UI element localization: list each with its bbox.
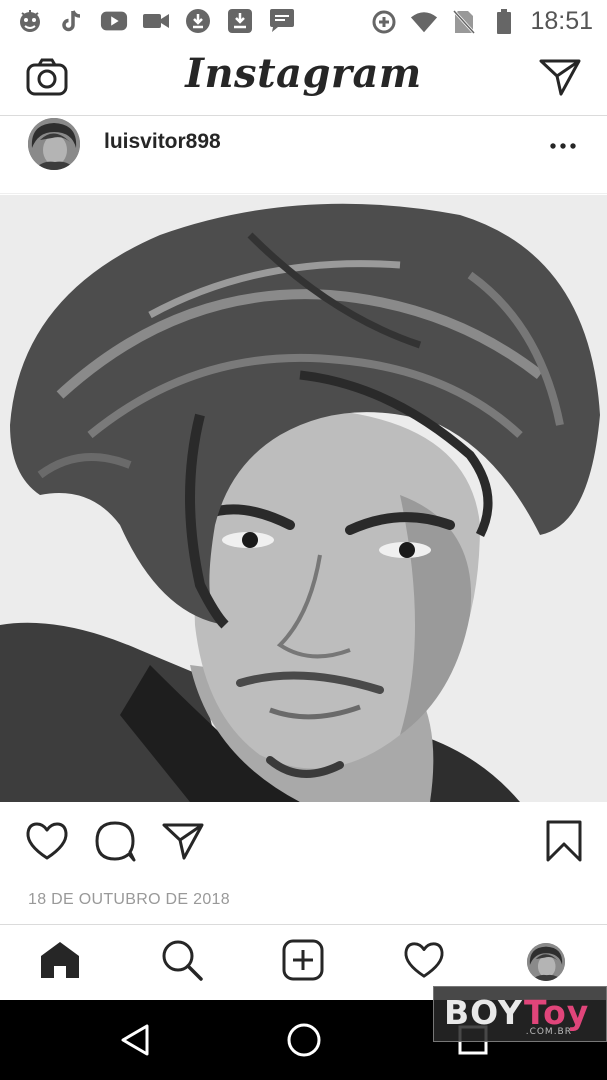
youtube-icon xyxy=(100,7,128,35)
app-header: Instagram xyxy=(0,42,607,116)
more-dots-icon xyxy=(550,136,576,154)
more-options-button[interactable] xyxy=(543,130,583,160)
nav-new-post[interactable] xyxy=(280,939,326,985)
direct-messages-button[interactable] xyxy=(537,56,583,102)
watermark-domain: .COM.BR xyxy=(525,1027,572,1037)
emoji-app-icon xyxy=(16,7,44,35)
save-button[interactable] xyxy=(541,820,587,866)
battery-icon xyxy=(490,8,518,36)
add-post-icon xyxy=(282,939,324,986)
nav-search[interactable] xyxy=(159,939,205,985)
activity-heart-icon xyxy=(403,941,445,984)
back-triangle-icon xyxy=(119,1023,151,1062)
bookmark-icon xyxy=(545,820,583,867)
direct-message-icon xyxy=(539,58,581,101)
status-time: 18:51 xyxy=(530,7,593,35)
boytoy-watermark: BOY Toy .COM.BR xyxy=(433,986,607,1042)
nav-profile[interactable] xyxy=(523,939,569,985)
status-bar-system-icons: 18:51 xyxy=(370,7,593,36)
data-saver-icon xyxy=(370,8,398,36)
share-icon xyxy=(161,821,205,866)
post-header: luisvitor898 xyxy=(0,116,607,194)
nav-activity[interactable] xyxy=(401,939,447,985)
avatar[interactable] xyxy=(28,118,80,170)
message-icon xyxy=(268,7,296,35)
post-date: 18 DE OUTUBRO DE 2018 xyxy=(28,891,230,908)
heart-icon xyxy=(25,821,69,866)
wifi-icon xyxy=(410,8,438,36)
nav-home[interactable] xyxy=(37,939,83,985)
post-username[interactable]: luisvitor898 xyxy=(104,130,221,154)
comment-icon xyxy=(93,820,137,867)
status-bar-notification-icons xyxy=(16,7,296,35)
download-box-icon xyxy=(226,7,254,35)
status-bar: 18:51 xyxy=(0,0,607,42)
home-icon xyxy=(39,940,81,985)
post-photo[interactable] xyxy=(0,195,607,802)
search-icon xyxy=(161,939,203,986)
home-circle-icon xyxy=(286,1022,322,1063)
no-sim-icon xyxy=(450,8,478,36)
watermark-boy-text: BOY xyxy=(444,993,523,1032)
instagram-logo: Instagram xyxy=(185,50,422,97)
video-camera-icon xyxy=(142,7,170,35)
post-actions xyxy=(0,802,607,886)
tiktok-icon xyxy=(58,7,86,35)
android-home-button[interactable] xyxy=(282,1020,326,1064)
portrait-image xyxy=(0,195,607,802)
share-button[interactable] xyxy=(160,820,206,866)
android-back-button[interactable] xyxy=(113,1020,157,1064)
like-button[interactable] xyxy=(24,820,70,866)
download-icon xyxy=(184,7,212,35)
profile-avatar xyxy=(527,943,565,981)
comment-button[interactable] xyxy=(92,820,138,866)
